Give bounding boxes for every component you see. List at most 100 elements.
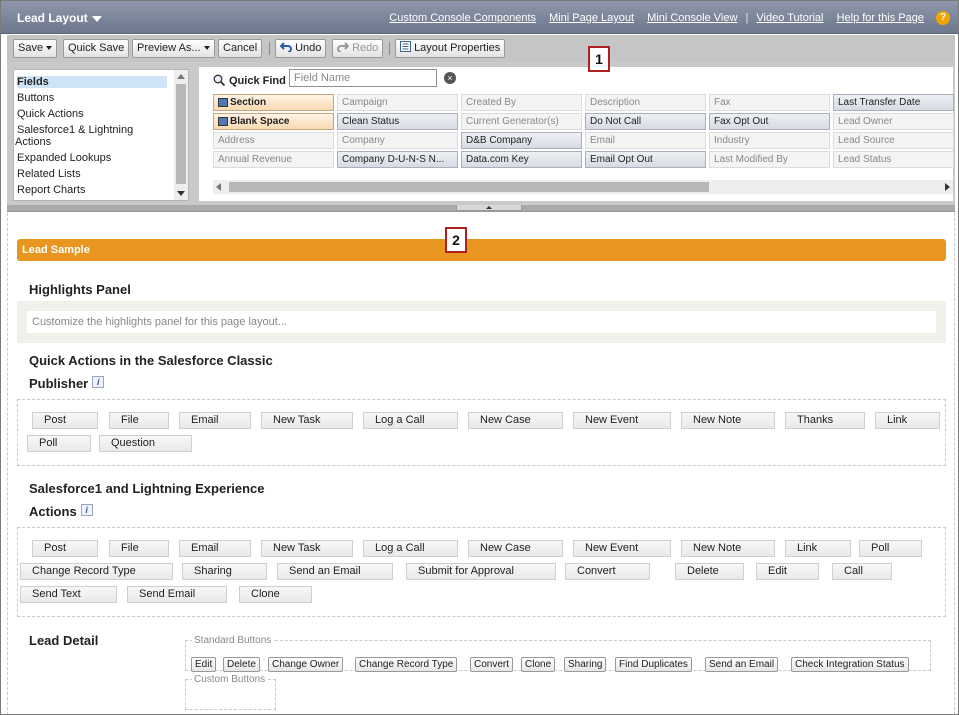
action-item[interactable]: Send an Email: [277, 563, 393, 580]
category-scrollbar[interactable]: [174, 70, 188, 200]
category-salesforce1-lightning-actions[interactable]: Salesforce1 & Lightning Actions: [15, 124, 167, 148]
action-item[interactable]: Delete: [675, 563, 744, 580]
layout-title-menu[interactable]: Lead Layout: [17, 11, 102, 25]
lightning-actions[interactable]: Post File Email New Task Log a Call New Case N…: [17, 527, 946, 617]
highlights-panel[interactable]: Customize the highlights panel for this …: [17, 301, 946, 343]
action-item[interactable]: Question: [99, 435, 192, 452]
action-item[interactable]: Post: [32, 412, 98, 429]
scroll-down-arrow-icon[interactable]: [177, 191, 185, 196]
action-item[interactable]: Send Text: [20, 586, 117, 603]
action-item[interactable]: Thanks: [785, 412, 865, 429]
action-item[interactable]: Sharing: [182, 563, 267, 580]
classic-publisher-actions[interactable]: Post File Email New Task Log a Call New Case N…: [17, 399, 946, 466]
action-item[interactable]: Email: [179, 412, 251, 429]
action-item[interactable]: New Case: [468, 540, 563, 557]
info-icon[interactable]: i: [92, 376, 105, 388]
scrollbar-thumb[interactable]: [229, 182, 709, 192]
palette-field-item[interactable]: Email: [585, 132, 706, 149]
palette-field-item[interactable]: Email Opt Out: [585, 151, 706, 168]
palette-field-item[interactable]: Description: [585, 94, 706, 111]
action-item[interactable]: Link: [875, 412, 940, 429]
collapse-palette-handle[interactable]: [456, 205, 522, 211]
palette-field-item[interactable]: Blank Space: [213, 113, 334, 130]
scroll-left-arrow-icon[interactable]: [216, 183, 221, 191]
palette-field-item[interactable]: Clean Status: [337, 113, 458, 130]
palette-field-item[interactable]: Lead Status: [833, 151, 954, 168]
video-tutorial-link[interactable]: Video Tutorial: [756, 12, 823, 24]
action-item[interactable]: Call: [832, 563, 892, 580]
palette-field-item[interactable]: Current Generator(s): [461, 113, 582, 130]
palette-field-item[interactable]: Section: [213, 94, 334, 111]
help-icon[interactable]: ?: [936, 11, 950, 25]
mini-console-view-link[interactable]: Mini Console View: [647, 12, 737, 24]
action-item[interactable]: Clone: [239, 586, 312, 603]
category-buttons[interactable]: Buttons: [17, 92, 167, 104]
scroll-up-arrow-icon[interactable]: [177, 74, 185, 79]
action-item[interactable]: Change Record Type: [20, 563, 173, 580]
category-fields[interactable]: Fields: [17, 76, 167, 88]
fields-horizontal-scrollbar[interactable]: [213, 180, 953, 194]
standard-button[interactable]: Change Owner: [268, 657, 344, 672]
undo-button[interactable]: Undo: [275, 39, 327, 58]
palette-field-item[interactable]: Data.com Key: [461, 151, 582, 168]
palette-field-item[interactable]: Industry: [709, 132, 830, 149]
custom-buttons-group[interactable]: Custom Buttons: [185, 674, 276, 710]
standard-button[interactable]: Delete: [223, 657, 260, 672]
layout-properties-button[interactable]: Layout Properties: [395, 39, 506, 58]
standard-button[interactable]: Check Integration Status: [791, 657, 909, 672]
action-item[interactable]: Log a Call: [363, 540, 458, 557]
category-expanded-lookups[interactable]: Expanded Lookups: [17, 152, 167, 164]
palette-field-item[interactable]: Lead Owner: [833, 113, 954, 130]
help-for-this-page-link[interactable]: Help for this Page: [837, 12, 924, 24]
standard-button[interactable]: Clone: [521, 657, 556, 672]
action-item[interactable]: Log a Call: [363, 412, 458, 429]
scroll-right-arrow-icon[interactable]: [945, 183, 950, 191]
clear-search-icon[interactable]: ×: [444, 72, 456, 84]
action-item[interactable]: New Task: [261, 412, 353, 429]
action-item[interactable]: File: [109, 540, 169, 557]
quick-find-input[interactable]: [289, 69, 437, 87]
action-item[interactable]: New Event: [573, 540, 671, 557]
scrollbar-thumb[interactable]: [176, 84, 186, 184]
palette-field-item[interactable]: Created By: [461, 94, 582, 111]
palette-field-item[interactable]: Company: [337, 132, 458, 149]
palette-field-item[interactable]: Last Transfer Date: [833, 94, 954, 111]
standard-button[interactable]: Convert: [470, 657, 514, 672]
action-item[interactable]: New Task: [261, 540, 353, 557]
palette-field-item[interactable]: Annual Revenue: [213, 151, 334, 168]
palette-splitter[interactable]: [7, 205, 955, 212]
palette-field-item[interactable]: Last Modified By: [709, 151, 830, 168]
palette-field-item[interactable]: D&B Company: [461, 132, 582, 149]
palette-field-item[interactable]: Campaign: [337, 94, 458, 111]
action-item[interactable]: File: [109, 412, 169, 429]
category-quick-actions[interactable]: Quick Actions: [17, 108, 167, 120]
standard-button[interactable]: Change Record Type: [355, 657, 458, 672]
mini-page-layout-link[interactable]: Mini Page Layout: [549, 12, 634, 24]
highlights-panel-placeholder[interactable]: Customize the highlights panel for this …: [27, 311, 936, 333]
category-report-charts[interactable]: Report Charts: [17, 184, 167, 196]
action-item[interactable]: Link: [785, 540, 851, 557]
standard-button[interactable]: Edit: [191, 657, 217, 672]
action-item[interactable]: New Event: [573, 412, 671, 429]
action-item[interactable]: Email: [179, 540, 251, 557]
palette-field-item[interactable]: Fax: [709, 94, 830, 111]
cancel-button[interactable]: Cancel: [218, 39, 263, 58]
action-item[interactable]: Convert: [565, 563, 650, 580]
palette-field-item[interactable]: Address: [213, 132, 334, 149]
palette-field-item[interactable]: Company D-U-N-S N...: [337, 151, 458, 168]
action-item[interactable]: Post: [32, 540, 98, 557]
quick-save-button[interactable]: Quick Save: [63, 39, 130, 58]
palette-field-item[interactable]: Fax Opt Out: [709, 113, 830, 130]
action-item[interactable]: Poll: [27, 435, 91, 452]
info-icon[interactable]: i: [80, 504, 93, 516]
category-related-lists[interactable]: Related Lists: [17, 168, 167, 180]
save-button[interactable]: Save: [13, 39, 58, 58]
standard-buttons-group[interactable]: Standard Buttons Edit Delete Change Owner C…: [185, 635, 931, 672]
custom-console-components-link[interactable]: Custom Console Components: [389, 12, 536, 24]
action-item[interactable]: Poll: [859, 540, 922, 557]
action-item[interactable]: New Note: [681, 540, 775, 557]
action-item[interactable]: New Note: [681, 412, 775, 429]
standard-button[interactable]: Sharing: [564, 657, 607, 672]
palette-field-item[interactable]: Lead Source: [833, 132, 954, 149]
action-item[interactable]: Submit for Approval: [406, 563, 556, 580]
